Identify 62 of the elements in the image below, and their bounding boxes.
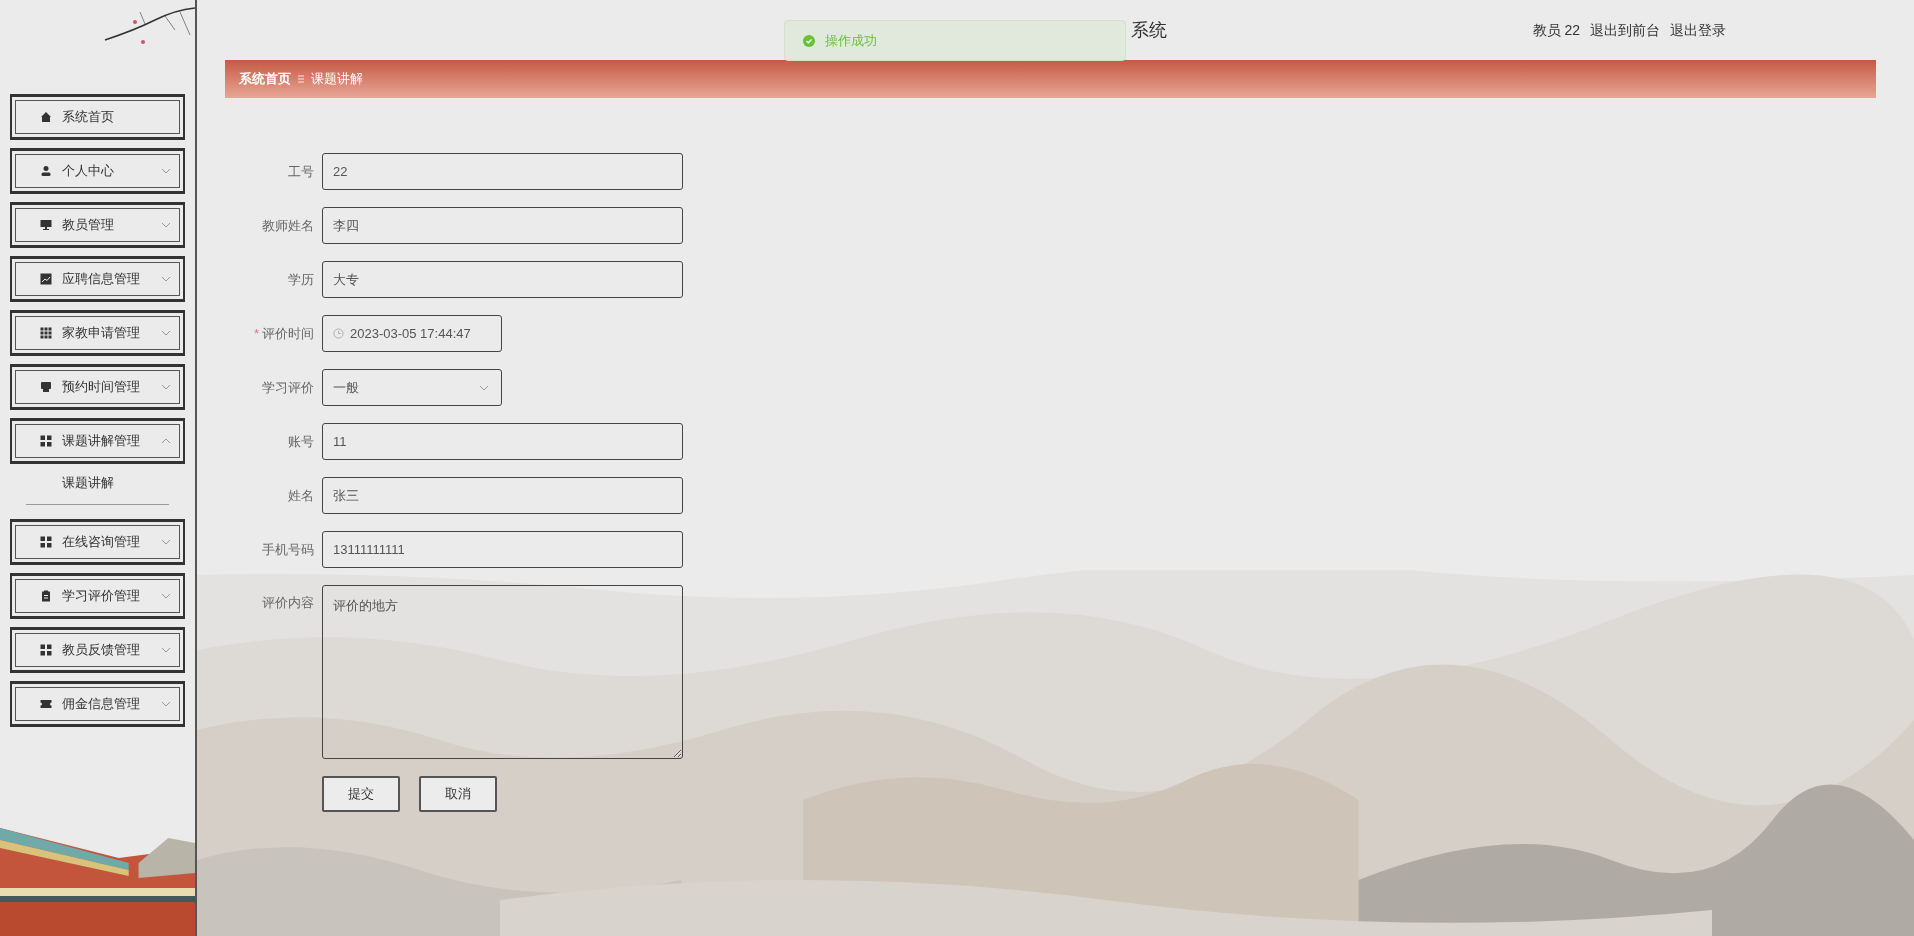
grid-icon [40, 327, 52, 339]
field-label: 评价内容 [262, 594, 314, 612]
header-link[interactable]: 退出到前台 [1590, 19, 1660, 41]
chevron-icon [161, 168, 171, 174]
required-mark: * [253, 324, 259, 343]
separator-icon [297, 75, 305, 83]
grid-icon [40, 435, 52, 447]
field-label: 姓名 [288, 486, 314, 505]
clipboard-icon [40, 590, 52, 602]
text-field[interactable]: 13111111111 [322, 531, 683, 568]
sidebar-item[interactable]: 系统首页 [10, 94, 185, 140]
grid-icon [40, 644, 52, 656]
user-icon [40, 165, 52, 177]
success-icon [803, 34, 815, 47]
printer-icon [40, 381, 52, 393]
field-label: 学历 [288, 270, 314, 289]
chevron-icon [161, 539, 171, 545]
clock-icon [333, 328, 344, 339]
select-field[interactable]: 一般 [322, 369, 502, 406]
monitor-icon [40, 219, 52, 231]
field-label: 账号 [288, 432, 314, 451]
grid-icon [40, 536, 52, 548]
sidebar-item[interactable]: 学习评价管理 [10, 573, 185, 619]
chevron-icon [161, 593, 171, 599]
sidebar-item[interactable]: 个人中心 [10, 148, 185, 194]
textarea-field[interactable]: 评价的地方 [322, 585, 683, 759]
form-button[interactable]: 提交 [322, 776, 400, 812]
user-name: 教员 22 [1532, 20, 1580, 40]
sidebar-item[interactable]: 教员反馈管理 [10, 627, 185, 673]
site-title: 系统 [1130, 18, 1167, 42]
submenu-item[interactable]: 课题讲解 [26, 468, 169, 498]
sidebar-item[interactable]: 家教申请管理 [10, 310, 185, 356]
header-link[interactable]: 退出登录 [1670, 19, 1726, 41]
field-label: 工号 [288, 162, 314, 181]
form-button[interactable]: 取消 [419, 776, 497, 812]
text-field[interactable]: 大专 [322, 261, 683, 298]
datetime-field[interactable]: 2023-03-05 17:44:47 [322, 315, 502, 352]
sidebar-item[interactable]: 课题讲解管理 [10, 418, 185, 464]
chevron-icon [161, 276, 171, 282]
sidebar-item[interactable]: 在线咨询管理 [10, 519, 185, 565]
chevron-icon [161, 222, 171, 228]
text-field[interactable]: 张三 [322, 477, 683, 514]
toast-message: 操作成功 [784, 20, 1126, 61]
sidebar-item[interactable]: 佣金信息管理 [10, 681, 185, 727]
home-icon [40, 111, 52, 123]
text-field[interactable]: 22 [322, 153, 683, 190]
text-field[interactable]: 李四 [322, 207, 683, 244]
field-label: 手机号码 [262, 540, 314, 559]
field-label: 评价时间 [262, 324, 314, 343]
field-label: 教师姓名 [262, 216, 314, 235]
chevron-icon [161, 438, 171, 444]
sidebar-item[interactable]: 教员管理 [10, 202, 185, 248]
sidebar-item[interactable]: 应聘信息管理 [10, 256, 185, 302]
ticket-icon [40, 698, 52, 710]
chevron-icon [161, 647, 171, 653]
sidebar-item[interactable]: 预约时间管理 [10, 364, 185, 410]
field-label: 学习评价 [262, 378, 314, 397]
chevron-icon [161, 330, 171, 336]
text-field[interactable]: 11 [322, 423, 683, 460]
chart-icon [40, 273, 52, 285]
chevron-icon [161, 384, 171, 390]
chevron-icon [161, 701, 171, 707]
